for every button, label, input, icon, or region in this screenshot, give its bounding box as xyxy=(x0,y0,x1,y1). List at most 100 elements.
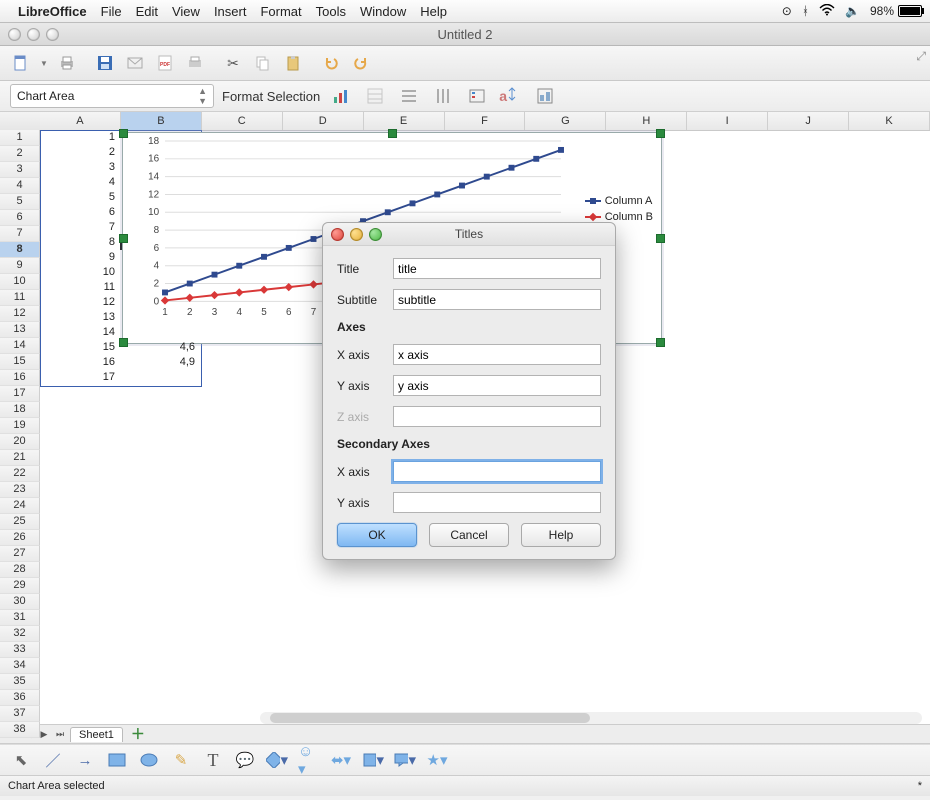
sheet-tab[interactable]: Sheet1 xyxy=(70,727,123,742)
row-header-19[interactable]: 19 xyxy=(0,418,40,434)
select-tool-icon[interactable]: ⬉ xyxy=(10,749,32,771)
cell-a9[interactable]: 9 xyxy=(40,250,119,265)
format-selection-button[interactable]: Format Selection xyxy=(222,89,320,104)
row-header-5[interactable]: 5 xyxy=(0,194,40,210)
print-icon[interactable] xyxy=(54,50,80,76)
print-preview-icon[interactable] xyxy=(182,50,208,76)
row-headers[interactable]: 1234567891011121314151617181920212223242… xyxy=(0,130,40,724)
window-traffic-lights[interactable] xyxy=(8,28,59,41)
col-header-G[interactable]: G xyxy=(525,112,606,130)
bluetooth-icon[interactable]: ᚼ xyxy=(802,4,809,18)
row-header-8[interactable]: 8 xyxy=(0,242,40,258)
cell-a6[interactable]: 6 xyxy=(40,205,119,220)
mail-icon[interactable] xyxy=(122,50,148,76)
spotlight-icon[interactable]: ⊙ xyxy=(782,4,792,18)
rectangle-tool-icon[interactable] xyxy=(106,749,128,771)
pdf-icon[interactable]: PDF xyxy=(152,50,178,76)
dialog-close-icon[interactable] xyxy=(331,228,344,241)
cancel-button[interactable]: Cancel xyxy=(429,523,509,547)
cell-a11[interactable]: 11 xyxy=(40,280,119,295)
row-header-16[interactable]: 16 xyxy=(0,370,40,386)
row-header-27[interactable]: 27 xyxy=(0,546,40,562)
col-header-D[interactable]: D xyxy=(283,112,364,130)
menu-format[interactable]: Format xyxy=(260,4,301,19)
row-header-15[interactable]: 15 xyxy=(0,354,40,370)
cell-a13[interactable]: 13 xyxy=(40,310,119,325)
row-header-23[interactable]: 23 xyxy=(0,482,40,498)
stars-icon[interactable]: ★▾ xyxy=(426,749,448,771)
cut-icon[interactable]: ✂ xyxy=(220,50,246,76)
subtitle-input[interactable] xyxy=(393,289,601,310)
row-header-22[interactable]: 22 xyxy=(0,466,40,482)
menu-help[interactable]: Help xyxy=(420,4,447,19)
row-header-24[interactable]: 24 xyxy=(0,498,40,514)
copy-icon[interactable] xyxy=(250,50,276,76)
cell-a14[interactable]: 14 xyxy=(40,325,119,340)
row-header-4[interactable]: 4 xyxy=(0,178,40,194)
row-header-14[interactable]: 14 xyxy=(0,338,40,354)
line-tool-icon[interactable]: ／ xyxy=(42,749,64,771)
help-button[interactable]: Help xyxy=(521,523,601,547)
cell-a16[interactable]: 16 xyxy=(40,355,119,370)
xaxis-input[interactable] xyxy=(393,344,601,365)
chart-element-dropdown[interactable]: Chart Area ▲▼ xyxy=(10,84,214,108)
cell-a7[interactable]: 7 xyxy=(40,220,119,235)
chart-type-icon[interactable] xyxy=(328,83,354,109)
row-header-6[interactable]: 6 xyxy=(0,210,40,226)
ellipse-tool-icon[interactable] xyxy=(138,749,160,771)
row-header-10[interactable]: 10 xyxy=(0,274,40,290)
freeform-tool-icon[interactable]: ✎ xyxy=(170,749,192,771)
cell-b15[interactable]: 4,6 xyxy=(120,340,199,355)
save-icon[interactable] xyxy=(92,50,118,76)
col-header-C[interactable]: C xyxy=(202,112,283,130)
col-header-H[interactable]: H xyxy=(606,112,687,130)
scale-text-icon[interactable]: a xyxy=(498,83,524,109)
sec-xaxis-input[interactable] xyxy=(393,461,601,482)
cell-a4[interactable]: 4 xyxy=(40,175,119,190)
col-header-E[interactable]: E xyxy=(364,112,445,130)
callout-tool-icon[interactable]: 💬 xyxy=(234,749,256,771)
cell-a1[interactable]: 1 xyxy=(40,130,119,145)
chart-data-icon[interactable] xyxy=(362,83,388,109)
paste-icon[interactable] xyxy=(280,50,306,76)
row-header-32[interactable]: 32 xyxy=(0,626,40,642)
row-header-21[interactable]: 21 xyxy=(0,450,40,466)
row-header-2[interactable]: 2 xyxy=(0,146,40,162)
col-header-I[interactable]: I xyxy=(687,112,768,130)
col-header-B[interactable]: B xyxy=(121,112,202,130)
col-header-F[interactable]: F xyxy=(445,112,526,130)
menu-file[interactable]: File xyxy=(101,4,122,19)
volume-icon[interactable]: 🔈 xyxy=(845,4,860,18)
col-header-J[interactable]: J xyxy=(768,112,849,130)
row-header-3[interactable]: 3 xyxy=(0,162,40,178)
symbol-shapes-icon[interactable]: ☺▾ xyxy=(298,749,320,771)
dialog-zoom-icon[interactable] xyxy=(369,228,382,241)
text-tool-icon[interactable]: T xyxy=(202,749,224,771)
row-header-37[interactable]: 37 xyxy=(0,706,40,722)
menu-window[interactable]: Window xyxy=(360,4,406,19)
row-header-17[interactable]: 17 xyxy=(0,386,40,402)
title-input[interactable] xyxy=(393,258,601,279)
row-header-13[interactable]: 13 xyxy=(0,322,40,338)
sec-yaxis-input[interactable] xyxy=(393,492,601,513)
undo-icon[interactable] xyxy=(318,50,344,76)
window-toggle-icon[interactable]: ⤢ xyxy=(916,49,926,64)
hgrid-icon[interactable] xyxy=(396,83,422,109)
tab-last-icon[interactable]: ⏭ xyxy=(54,728,66,740)
ok-button[interactable]: OK xyxy=(337,523,417,547)
block-arrows-icon[interactable]: ⬌▾ xyxy=(330,749,352,771)
horizontal-scrollbar[interactable] xyxy=(260,712,922,724)
row-header-31[interactable]: 31 xyxy=(0,610,40,626)
vgrid-icon[interactable] xyxy=(430,83,456,109)
reorganize-icon[interactable] xyxy=(532,83,558,109)
row-header-25[interactable]: 25 xyxy=(0,514,40,530)
cell-a3[interactable]: 3 xyxy=(40,160,119,175)
row-header-34[interactable]: 34 xyxy=(0,658,40,674)
menu-insert[interactable]: Insert xyxy=(214,4,247,19)
wifi-icon[interactable] xyxy=(819,4,835,19)
dialog-titlebar[interactable]: Titles xyxy=(323,223,615,246)
cell-a12[interactable]: 12 xyxy=(40,295,119,310)
row-header-35[interactable]: 35 xyxy=(0,674,40,690)
row-header-18[interactable]: 18 xyxy=(0,402,40,418)
menu-tools[interactable]: Tools xyxy=(316,4,346,19)
